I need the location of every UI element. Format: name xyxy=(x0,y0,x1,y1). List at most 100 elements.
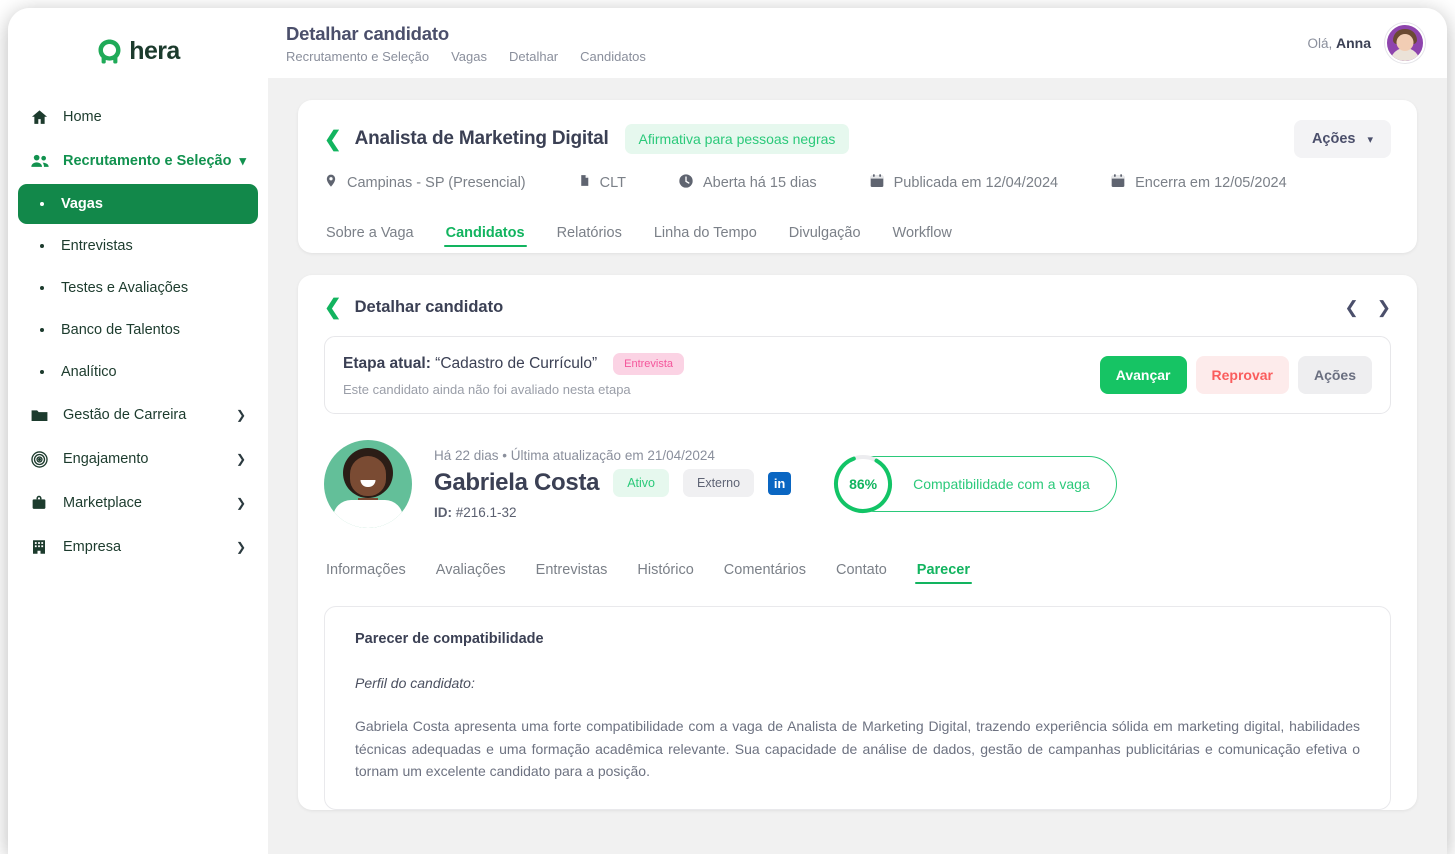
candidate-update-meta: Há 22 dias • Última atualização em 21/04… xyxy=(434,448,791,463)
job-header-row: ❮ Analista de Marketing Digital Afirmati… xyxy=(324,120,1391,158)
job-meta-text: Campinas - SP (Presencial) xyxy=(347,175,526,191)
compatibility-ring: 86% xyxy=(835,456,891,512)
tab-linha-do-tempo[interactable]: Linha do Tempo xyxy=(652,215,759,253)
breadcrumb-item-vagas[interactable]: Vagas xyxy=(451,49,487,64)
sidebar-subitem-label: Vagas xyxy=(61,196,103,212)
sidebar-subitem-label: Testes e Avaliações xyxy=(61,280,188,296)
parecer-title: Parecer de compatibilidade xyxy=(355,631,1360,647)
job-title: Analista de Marketing Digital xyxy=(355,128,609,150)
target-icon xyxy=(30,450,56,469)
candidate-name: Gabriela Costa xyxy=(434,469,599,497)
sidebar-item-engajamento[interactable]: Engajamento ❯ xyxy=(18,438,258,480)
candidate-card: ❮ Detalhar candidato ❮ ❯ Etapa atual: “C… xyxy=(298,275,1417,810)
compatibility-label: Compatibilidade com a vaga xyxy=(913,476,1090,492)
avatar-face xyxy=(350,456,386,496)
job-meta-text: Aberta há 15 dias xyxy=(703,175,817,191)
sidebar-subitem-label: Analítico xyxy=(61,364,117,380)
chevron-right-icon[interactable]: ❯ xyxy=(236,496,246,510)
breadcrumb-item-candidatos[interactable]: Candidatos xyxy=(580,49,646,64)
back-icon[interactable]: ❮ xyxy=(324,129,342,150)
breadcrumb-item-detalhar[interactable]: Detalhar xyxy=(509,49,558,64)
job-meta-location: Campinas - SP (Presencial) xyxy=(324,172,526,193)
sidebar-item-testes[interactable]: Testes e Avaliações xyxy=(18,268,258,308)
avatar-shirt xyxy=(333,500,403,528)
user-name: Anna xyxy=(1336,35,1371,51)
tab-divulgacao[interactable]: Divulgação xyxy=(787,215,863,253)
chevron-right-icon[interactable]: ❯ xyxy=(236,540,246,554)
sidebar-item-entrevistas[interactable]: Entrevistas xyxy=(18,226,258,266)
avatar[interactable] xyxy=(1385,23,1425,63)
next-candidate-icon[interactable]: ❯ xyxy=(1377,299,1391,316)
stage-title: Etapa atual: “Cadastro de Currículo” xyxy=(343,355,597,373)
stage-label: Etapa atual: xyxy=(343,355,431,372)
tab-sobre-a-vaga[interactable]: Sobre a Vaga xyxy=(324,215,416,253)
bullet-icon xyxy=(40,244,44,248)
compatibility-percent: 86% xyxy=(835,456,891,512)
sidebar-item-analitico[interactable]: Analítico xyxy=(18,352,258,392)
linkedin-icon[interactable]: in xyxy=(768,472,791,495)
parecer-body: Gabriela Costa apresenta uma forte compa… xyxy=(355,715,1360,783)
back-icon[interactable]: ❮ xyxy=(324,297,342,318)
home-icon xyxy=(30,108,56,127)
previous-candidate-icon[interactable]: ❮ xyxy=(1345,299,1359,316)
tab-historico[interactable]: Histórico xyxy=(635,554,695,588)
candidate-card-title: Detalhar candidato xyxy=(355,298,504,317)
app-screen: hera Home Recrutamento e Seleção ▾ Vagas xyxy=(0,0,1455,854)
hera-logo-icon xyxy=(96,38,123,65)
brand-logo[interactable]: hera xyxy=(8,28,268,74)
stage-badge: Entrevista xyxy=(613,353,684,375)
status-badge-ativo: Ativo xyxy=(613,469,669,497)
calendar-icon xyxy=(869,173,885,193)
sidebar-item-gestao-carreira[interactable]: Gestão de Carreira ❯ xyxy=(18,394,258,436)
job-actions-button[interactable]: Ações ▾ xyxy=(1294,120,1391,158)
chevron-right-icon[interactable]: ❯ xyxy=(236,452,246,466)
job-meta-row: Campinas - SP (Presencial) CLT Aberta há… xyxy=(324,172,1391,193)
job-tabs: Sobre a Vaga Candidatos Relatórios Linha… xyxy=(324,215,1391,253)
tab-avaliacoes[interactable]: Avaliações xyxy=(434,554,508,588)
job-meta-text: Publicada em 12/04/2024 xyxy=(894,175,1058,191)
reject-button[interactable]: Reprovar xyxy=(1196,356,1289,394)
chevron-down-icon[interactable]: ▾ xyxy=(239,153,246,169)
sidebar-item-vagas[interactable]: Vagas xyxy=(18,184,258,224)
status-badge-externo: Externo xyxy=(683,469,754,497)
app-frame: hera Home Recrutamento e Seleção ▾ Vagas xyxy=(8,8,1447,854)
stage-subtitle: Este candidato ainda não foi avaliado ne… xyxy=(343,382,684,397)
bag-icon xyxy=(30,494,56,512)
tab-contato[interactable]: Contato xyxy=(834,554,889,588)
stage-actions-button[interactable]: Ações xyxy=(1298,356,1372,394)
candidate-pager: ❮ ❯ xyxy=(1345,299,1392,316)
tab-relatorios[interactable]: Relatórios xyxy=(555,215,624,253)
sidebar-item-recrutamento[interactable]: Recrutamento e Seleção ▾ xyxy=(18,140,258,182)
sidebar-item-banco-talentos[interactable]: Banco de Talentos xyxy=(18,310,258,350)
sidebar-item-home[interactable]: Home xyxy=(18,96,258,138)
page-title: Detalhar candidato xyxy=(286,23,1307,45)
tab-workflow[interactable]: Workflow xyxy=(891,215,954,253)
sidebar-item-label: Empresa xyxy=(56,539,236,555)
chevron-down-icon: ▾ xyxy=(1367,133,1373,146)
calendar-icon xyxy=(1110,173,1126,193)
tab-parecer[interactable]: Parecer xyxy=(915,554,972,588)
tab-informacoes[interactable]: Informações xyxy=(324,554,408,588)
candidate-profile-row: Há 22 dias • Última atualização em 21/04… xyxy=(324,440,1391,528)
advance-button[interactable]: Avançar xyxy=(1100,356,1187,394)
chevron-right-icon[interactable]: ❯ xyxy=(236,408,246,422)
people-icon xyxy=(30,151,56,171)
content-scroll[interactable]: ❮ Analista de Marketing Digital Afirmati… xyxy=(268,78,1447,854)
job-card: ❮ Analista de Marketing Digital Afirmati… xyxy=(298,100,1417,253)
sidebar-item-label: Marketplace xyxy=(56,495,236,511)
sidebar-nav: Home Recrutamento e Seleção ▾ Vagas Entr… xyxy=(8,96,268,568)
stage-value: “Cadastro de Currículo” xyxy=(435,355,597,372)
breadcrumb-item-recrutamento[interactable]: Recrutamento e Seleção xyxy=(286,49,429,64)
job-meta-text: CLT xyxy=(600,175,626,191)
stage-actions: Avançar Reprovar Ações xyxy=(1100,356,1372,394)
sidebar-item-marketplace[interactable]: Marketplace ❯ xyxy=(18,482,258,524)
tab-entrevistas[interactable]: Entrevistas xyxy=(534,554,610,588)
candidate-avatar xyxy=(324,440,412,528)
brand-name: hera xyxy=(129,37,179,66)
tab-candidatos[interactable]: Candidatos xyxy=(444,215,527,253)
stage-info: Etapa atual: “Cadastro de Currículo” Ent… xyxy=(343,353,684,397)
tab-comentarios[interactable]: Comentários xyxy=(722,554,808,588)
candidate-profile-info: Há 22 dias • Última atualização em 21/04… xyxy=(434,448,791,520)
sidebar-item-empresa[interactable]: Empresa ❯ xyxy=(18,526,258,568)
building-icon xyxy=(30,538,56,556)
